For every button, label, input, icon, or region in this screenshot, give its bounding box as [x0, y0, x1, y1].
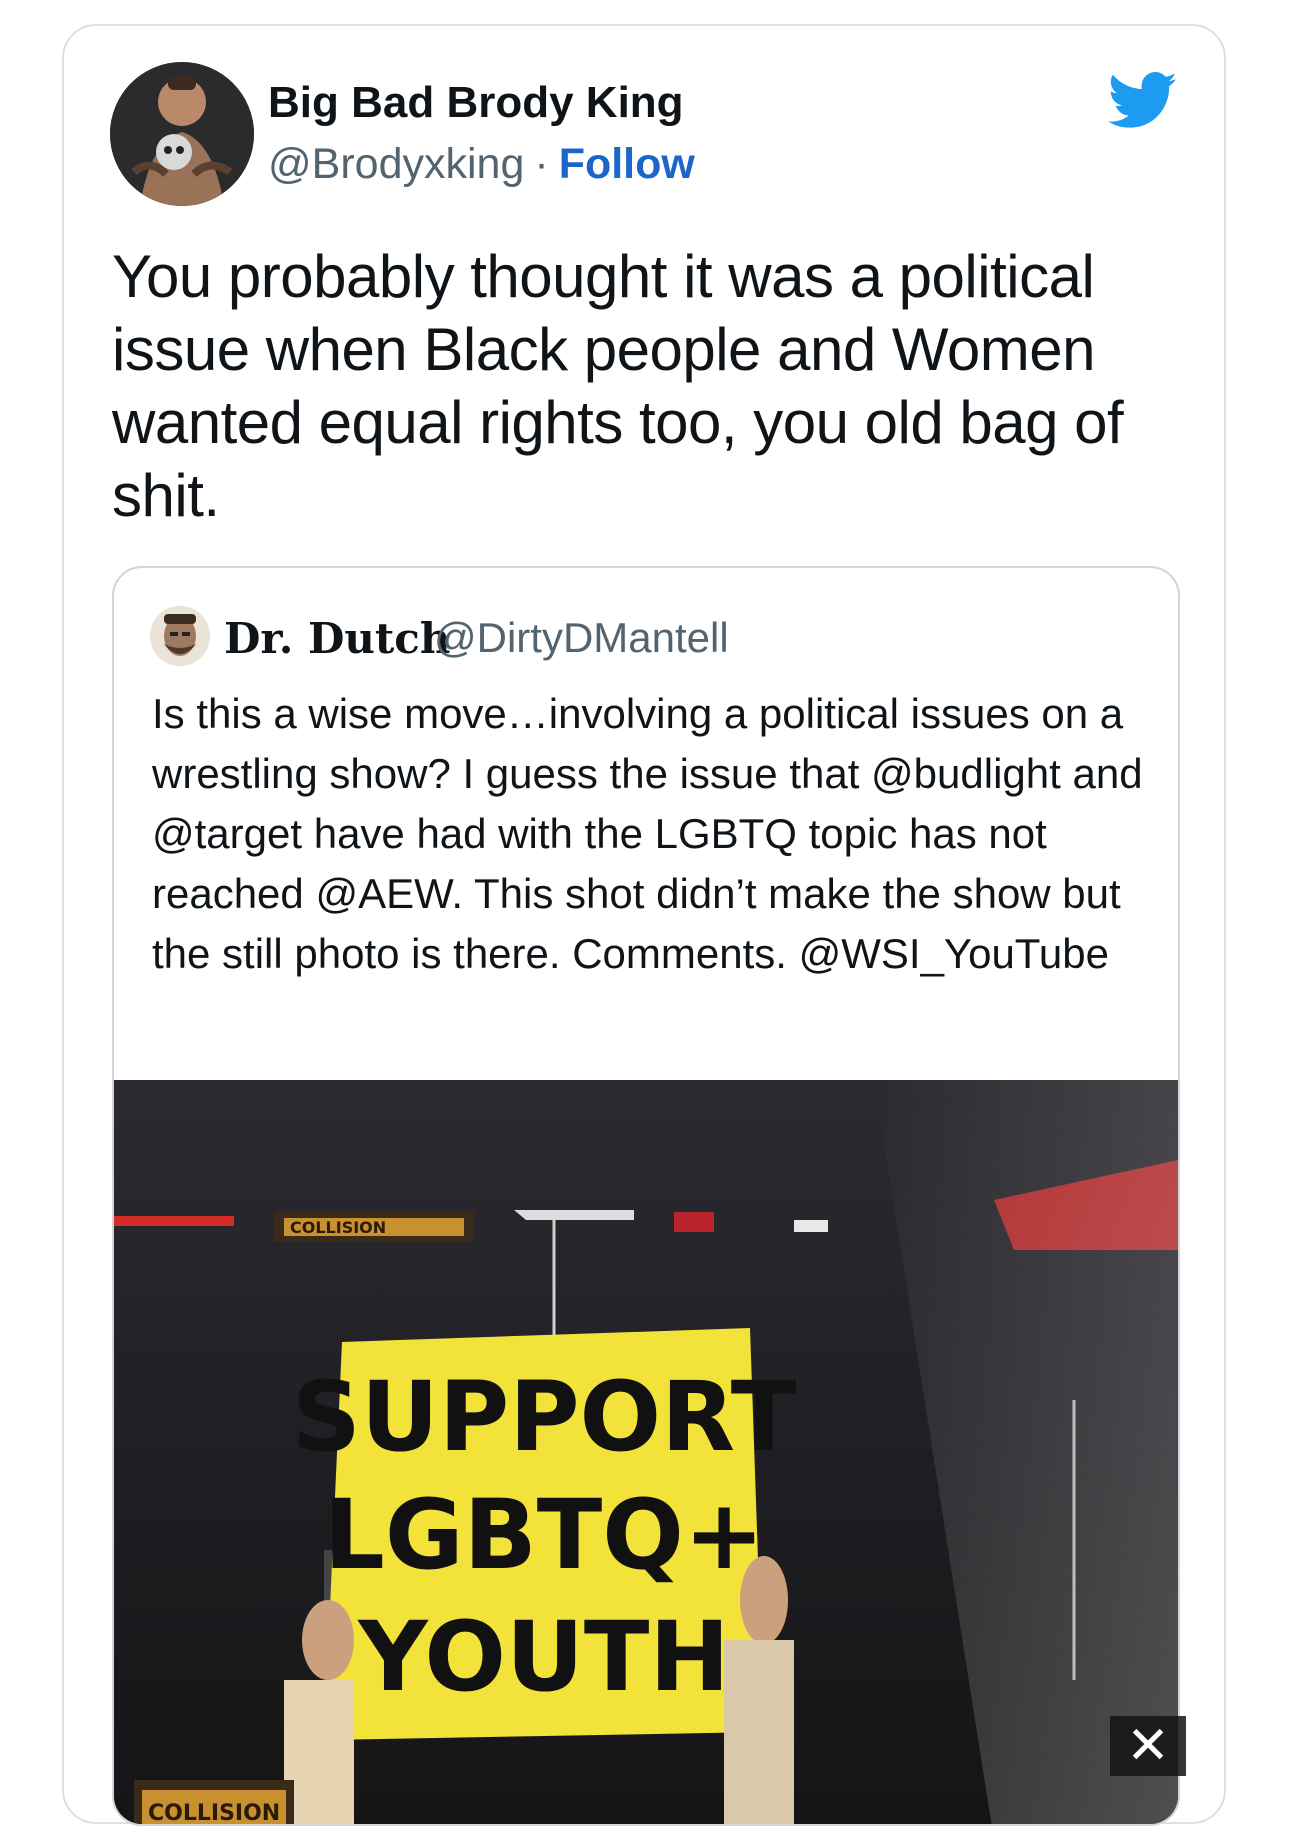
- quoted-tweet-photo[interactable]: COLLISION SUPPORT LGBTQ+ YOUTH COLLISION: [114, 1080, 1178, 1826]
- quoted-tweet[interactable]: Dr. Dutch @DirtyDMantell Is this a wise …: [112, 566, 1180, 1826]
- arena-photo: COLLISION SUPPORT LGBTQ+ YOUTH COLLISION: [114, 1080, 1178, 1826]
- close-icon[interactable]: ✕: [1110, 1716, 1186, 1776]
- collision-sign-bottom-text: COLLISION: [148, 1801, 280, 1826]
- quoted-author-name[interactable]: Dr. Dutch: [224, 614, 450, 663]
- twitter-bird-icon[interactable]: [1108, 72, 1178, 130]
- author-avatar-image: [110, 62, 254, 206]
- quoted-tweet-text: Is this a wise move…involving a politica…: [152, 690, 1143, 977]
- quoted-author-handle[interactable]: @DirtyDMantell: [434, 614, 729, 662]
- collision-sign-text: COLLISION: [290, 1218, 386, 1237]
- quoted-author-avatar[interactable]: [150, 606, 210, 666]
- sign-line-2: LGBTQ+: [324, 1479, 765, 1591]
- author-avatar[interactable]: [110, 62, 254, 206]
- sign-line-3: YOUTH: [357, 1601, 729, 1713]
- meta-separator: ·: [534, 140, 549, 188]
- author-meta: @Brodyxking · Follow: [268, 140, 695, 189]
- author-name[interactable]: Big Bad Brody King: [268, 78, 684, 128]
- author-handle[interactable]: @Brodyxking: [268, 140, 524, 188]
- quoted-avatar-image: [150, 606, 210, 666]
- follow-link[interactable]: Follow: [559, 140, 695, 188]
- sign-line-1: SUPPORT: [292, 1361, 797, 1473]
- tweet-text: You probably thought it was a political …: [112, 243, 1124, 529]
